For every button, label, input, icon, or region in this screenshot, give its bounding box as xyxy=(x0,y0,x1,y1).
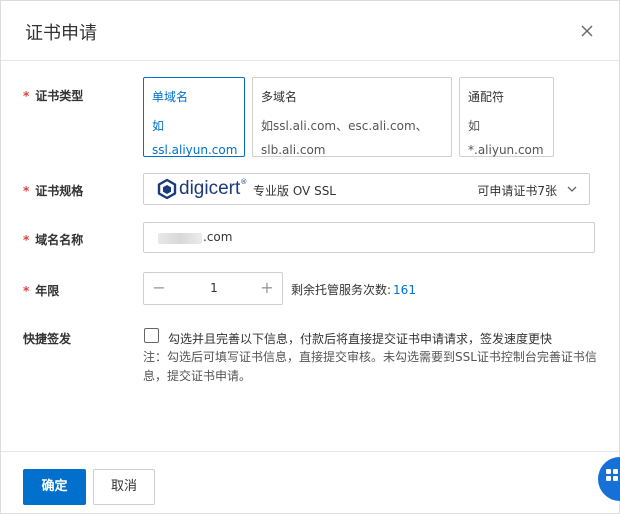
remaining-count: 161 xyxy=(393,283,416,297)
cert-type-multi-domain[interactable]: 多域名 如ssl.ali.com、esc.ali.com、slb.ali.com xyxy=(252,77,452,157)
card-title: 通配符 xyxy=(468,90,505,104)
card-title: 多域名 xyxy=(261,90,298,104)
cert-type-label: * 证书类型 xyxy=(23,89,84,103)
card-desc: 如ssl.aliyun.com xyxy=(152,119,238,157)
cert-type-wildcard[interactable]: 通配符 如*.aliyun.com xyxy=(459,77,554,157)
digicert-logo: digicert ® xyxy=(156,178,247,200)
quick-issue-label: 快捷签发 xyxy=(23,332,72,346)
increment-button[interactable]: + xyxy=(252,273,282,304)
domain-suffix: .com xyxy=(203,230,233,244)
brand-name: digicert xyxy=(179,178,241,199)
required-mark: * xyxy=(23,233,30,247)
required-mark: * xyxy=(23,89,30,103)
chevron-down-icon xyxy=(567,186,577,192)
years-value[interactable]: 1 xyxy=(174,273,254,304)
card-desc: 如ssl.ali.com、esc.ali.com、slb.ali.com xyxy=(261,119,428,157)
cert-apply-dialog: 证书申请 * 证书类型 单域名 如ssl.aliyun.com 多域名 如ssl.… xyxy=(0,0,620,514)
cert-spec-label: * 证书规格 xyxy=(23,184,84,198)
card-desc: 如*.aliyun.com xyxy=(468,119,544,157)
required-mark: * xyxy=(23,284,30,298)
card-title: 单域名 xyxy=(152,90,189,104)
cert-spec-select[interactable]: digicert ® 专业版 OV SSL 可申请证书7张 xyxy=(143,173,590,205)
digicert-logo-icon xyxy=(157,178,177,200)
quick-issue-note: 注：勾选后可填写证书信息，直接提交审核。未勾选需要到SSL证书控制台完善证书信息… xyxy=(143,350,597,383)
redacted-domain xyxy=(158,233,202,244)
decrement-button[interactable]: − xyxy=(144,273,174,304)
dialog-title: 证书申请 xyxy=(25,23,97,44)
quota-text: 可申请证书7张 xyxy=(477,184,557,198)
dialog-header: 证书申请 xyxy=(1,1,619,61)
brand-mark: ® xyxy=(240,178,248,186)
domain-label: * 域名名称 xyxy=(23,233,84,247)
apps-icon xyxy=(606,469,618,481)
cancel-button[interactable]: 取消 xyxy=(93,469,155,505)
quick-issue-checkbox[interactable] xyxy=(144,328,159,343)
years-label: * 年限 xyxy=(23,284,60,298)
cert-type-single-domain[interactable]: 单域名 如ssl.aliyun.com xyxy=(143,77,245,157)
product-name: 专业版 OV SSL xyxy=(253,184,336,198)
remaining-label: 剩余托管服务次数: xyxy=(291,283,392,297)
confirm-button[interactable]: 确定 xyxy=(23,469,86,505)
quick-issue-text[interactable]: 勾选并且完善以下信息，付款后将直接提交证书申请请求，签发速度更快 xyxy=(168,330,552,347)
years-stepper: − 1 + xyxy=(143,272,283,305)
close-icon xyxy=(581,25,593,37)
required-mark: * xyxy=(23,184,30,198)
close-button[interactable] xyxy=(575,19,599,43)
remaining-services: 剩余托管服务次数: 161 xyxy=(291,281,416,298)
domain-input[interactable]: .com xyxy=(143,222,595,253)
